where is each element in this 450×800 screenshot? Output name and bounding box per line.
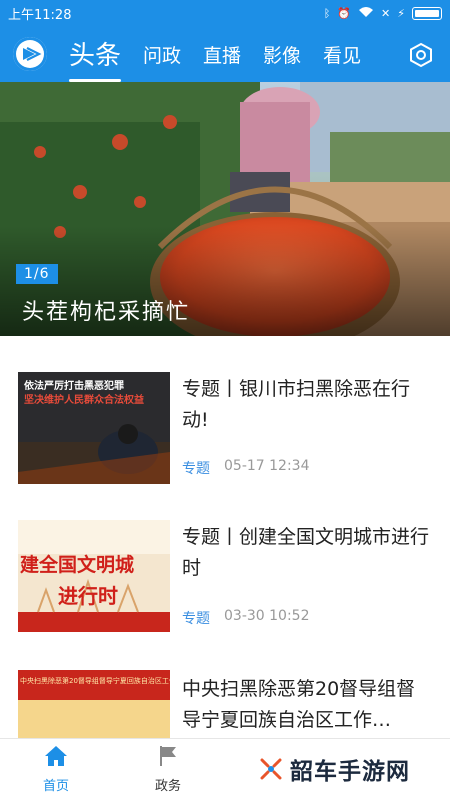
status-icons: ᛒ ⏰ ✕ ⚡ xyxy=(324,6,442,20)
battery-icon xyxy=(412,6,442,20)
tab-kanjian[interactable]: 看见 xyxy=(323,41,361,82)
flag-icon xyxy=(160,746,176,766)
sim-icon: ✕ xyxy=(381,6,391,20)
bluetooth-icon: ᛒ xyxy=(323,6,331,20)
top-nav: 头条 问政 直播 影像 看见 xyxy=(0,26,450,82)
news-tag: 专题 xyxy=(182,461,210,477)
alarm-icon: ⏰ xyxy=(337,6,352,20)
carousel-page-indicator: 1/6 xyxy=(16,264,58,284)
channel-tabs: 头条 问政 直播 影像 看见 xyxy=(69,26,383,82)
news-tag: 专题 xyxy=(182,611,210,627)
thumbnail-headline: 建全国文明城 xyxy=(20,554,135,576)
news-item[interactable]: 依法严厉打击黑恶犯罪 坚决维护人民群众合法权益 专题丨银川市扫黑除恶在行动! 专… xyxy=(0,336,450,486)
thumbnail-subheadline: 进行时 xyxy=(58,584,118,608)
settings-icon[interactable] xyxy=(408,42,434,68)
thumbnail-headline: 依法严厉打击黑恶犯罪 xyxy=(24,381,124,392)
bottom-nav-government-label: 政务 xyxy=(154,779,181,794)
news-thumbnail: 建全国文明城 进行时 xyxy=(18,520,170,632)
watermark: 韶车手游网 xyxy=(258,752,410,786)
thumbnail-subheadline: 坚决维护人民群众合法权益 xyxy=(24,395,144,406)
news-thumbnail: 依法严厉打击黑恶犯罪 坚决维护人民群众合法权益 xyxy=(18,372,170,484)
app-logo-icon[interactable] xyxy=(13,37,47,71)
news-item[interactable]: 建全国文明城 进行时 专题丨创建全国文明城市进行时 专题 03-30 10:52 xyxy=(0,486,450,636)
news-time: 05-17 12:34 xyxy=(224,458,310,474)
status-time: 上午11:28 xyxy=(8,7,72,23)
tab-headline[interactable]: 头条 xyxy=(69,35,122,82)
news-title[interactable]: 专题丨银川市扫黑除恶在行动! xyxy=(182,374,434,436)
news-time: 03-30 10:52 xyxy=(224,608,310,624)
tab-video[interactable]: 影像 xyxy=(263,41,301,82)
news-thumbnail: 中央扫黑除恶第20督导组督导宁夏回族自治区工作动员会 xyxy=(18,670,170,738)
charging-icon: ⚡ xyxy=(397,6,405,20)
thumbnail-headline: 中央扫黑除恶第20督导组督导宁夏回族自治区工作动员会 xyxy=(20,677,170,685)
bottom-nav-home-label: 首页 xyxy=(42,779,69,794)
app-screen: 上午11:28 ᛒ ⏰ ✕ ⚡ 头条 问政 直播 影像 看见 1/6 头茬枸杞采… xyxy=(0,0,450,800)
tab-wenzheng[interactable]: 问政 xyxy=(143,41,181,82)
news-title[interactable]: 中央扫黑除恶第20督导组督导宁夏回族自治区工作… xyxy=(182,674,434,736)
news-title[interactable]: 专题丨创建全国文明城市进行时 xyxy=(182,522,434,584)
watermark-text: 韶车手游网 xyxy=(290,759,410,785)
status-bar: 上午11:28 ᛒ ⏰ ✕ ⚡ xyxy=(0,0,450,26)
tab-live[interactable]: 直播 xyxy=(203,41,241,82)
bottom-nav-home[interactable]: 首页 xyxy=(26,745,86,794)
hero-caption: 头茬枸杞采摘忙 xyxy=(22,300,191,325)
wifi-icon xyxy=(358,6,374,20)
hero-carousel[interactable]: 1/6 头茬枸杞采摘忙 xyxy=(0,82,450,336)
bottom-nav-government[interactable]: 政务 xyxy=(138,745,198,794)
watermark-logo-icon xyxy=(260,758,282,780)
home-icon xyxy=(45,746,67,766)
